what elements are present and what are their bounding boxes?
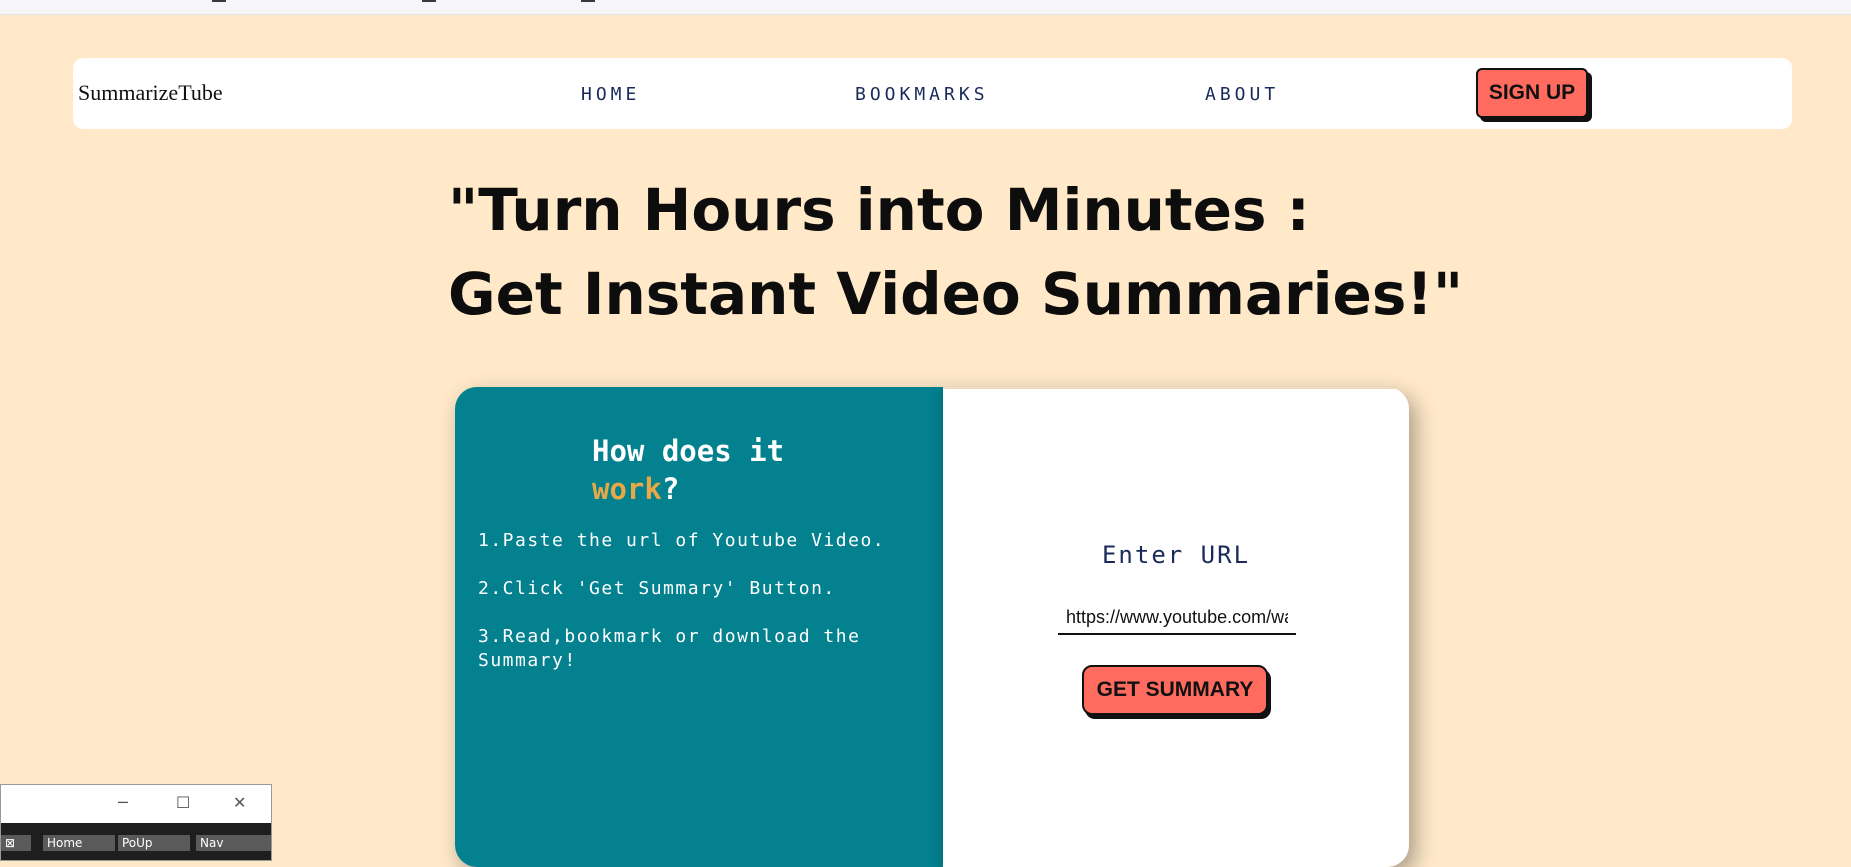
brand-logo[interactable]: SummarizeTube bbox=[78, 80, 223, 106]
hero-headline: "Turn Hours into Minutes : Get Instant V… bbox=[448, 168, 1464, 336]
maximize-icon[interactable]: ☐ bbox=[176, 793, 190, 812]
navbar: SummarizeTube HOME BOOKMARKS ABOUT SIGN … bbox=[73, 58, 1792, 129]
window-tab-icon[interactable]: ⊠ bbox=[1, 835, 31, 851]
signup-button[interactable]: SIGN UP bbox=[1476, 68, 1588, 118]
top-strip-mark bbox=[212, 0, 226, 2]
window-tab-popup[interactable]: PoUp bbox=[118, 835, 190, 851]
window-content: ⊠ Home PoUp Nav bbox=[1, 823, 271, 860]
minimize-icon[interactable]: ─ bbox=[118, 793, 128, 812]
window-tab-nav[interactable]: Nav bbox=[196, 835, 271, 851]
close-icon[interactable]: ✕ bbox=[233, 793, 246, 812]
enter-url-label: Enter URL bbox=[1101, 541, 1251, 569]
url-input[interactable] bbox=[1058, 601, 1296, 635]
step-item: 2.Click 'Get Summary' Button. bbox=[478, 578, 836, 599]
get-summary-button[interactable]: GET SUMMARY bbox=[1082, 665, 1268, 715]
nav-link-about[interactable]: ABOUT bbox=[1205, 84, 1279, 105]
how-title-accent: work bbox=[592, 472, 662, 506]
window-tab-home[interactable]: Home bbox=[43, 835, 115, 851]
window-titlebar: ─ ☐ ✕ bbox=[1, 785, 271, 823]
hero-headline-line-1: "Turn Hours into Minutes : bbox=[448, 176, 1310, 244]
nav-link-home[interactable]: HOME bbox=[581, 84, 640, 105]
steps-list: 1.Paste the url of Youtube Video. 2.Clic… bbox=[478, 529, 938, 697]
how-it-works-title: How does it work? bbox=[592, 432, 784, 508]
step-item: 1.Paste the url of Youtube Video. bbox=[478, 530, 886, 551]
step-item: 3.Read,bookmark or download the Summary! bbox=[478, 626, 861, 671]
how-title-suffix: ? bbox=[661, 472, 680, 506]
how-title-prefix: How does it bbox=[592, 434, 785, 468]
summary-card: How does it work? 1.Paste the url of You… bbox=[455, 387, 1409, 867]
url-form-panel: Enter URL GET SUMMARY bbox=[943, 389, 1409, 867]
nav-link-bookmarks[interactable]: BOOKMARKS bbox=[855, 84, 989, 105]
browser-top-strip bbox=[0, 0, 1851, 15]
top-strip-mark bbox=[581, 0, 595, 2]
overlapping-app-window: ─ ☐ ✕ ⊠ Home PoUp Nav bbox=[0, 784, 272, 861]
top-strip-mark bbox=[422, 0, 436, 2]
hero-headline-line-2: Get Instant Video Summaries!" bbox=[448, 260, 1464, 328]
how-it-works-panel: How does it work? 1.Paste the url of You… bbox=[455, 387, 943, 867]
